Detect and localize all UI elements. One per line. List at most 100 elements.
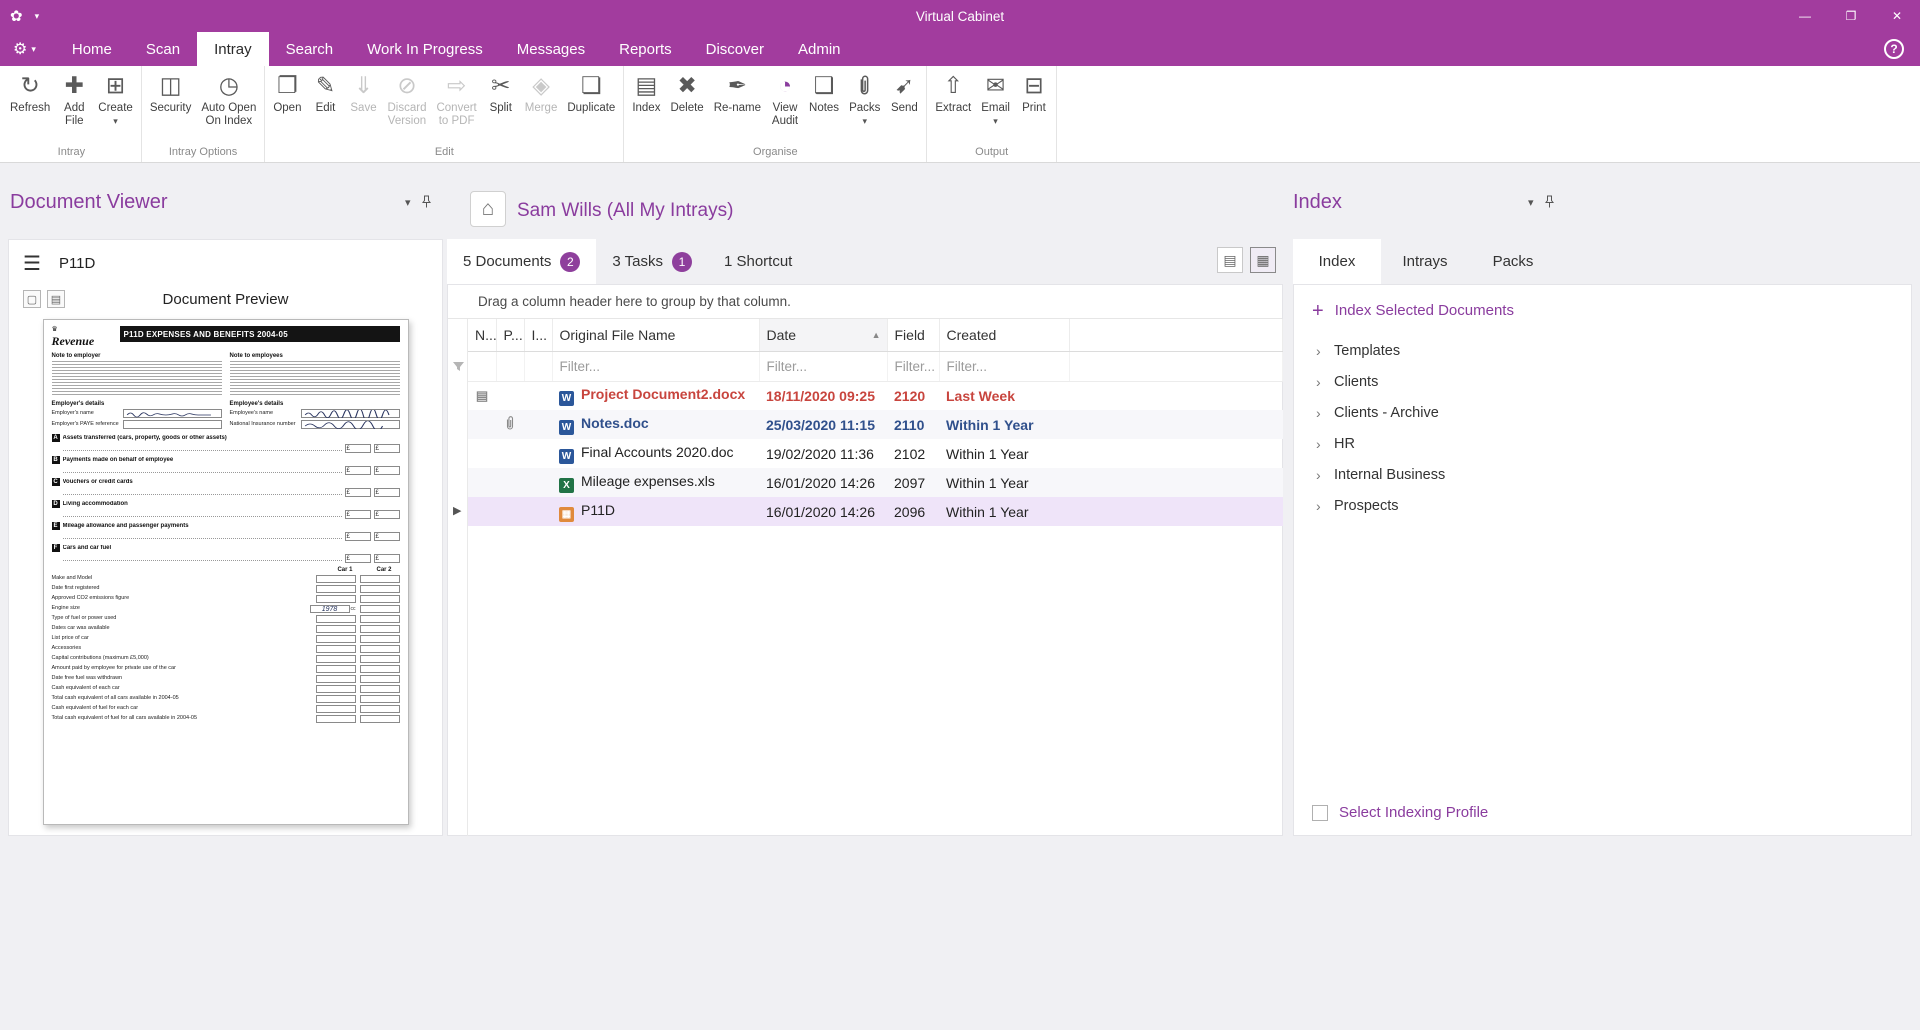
app-logo-icon[interactable]: ✿ [10, 7, 23, 25]
menu-icon[interactable]: ☰ [23, 251, 41, 276]
list-view-icon[interactable]: ▤ [1217, 247, 1243, 273]
ribbon-button-create[interactable]: ⊞ Create ▾ [93, 67, 138, 127]
ribbon-button-notes[interactable]: ❑ Notes [804, 67, 844, 115]
chevron-down-icon[interactable]: ▾ [1528, 196, 1534, 209]
ribbon-button-auto-open-on-index[interactable]: ◷ Auto Open On Index [196, 67, 261, 128]
minimize-button[interactable]: — [1782, 0, 1828, 32]
table-row[interactable]: ▤ W Project Document2.docx 18/11/2020 09:25… [468, 381, 1283, 410]
filter-cell[interactable]: Filter... [759, 351, 888, 382]
column-header-p[interactable]: P... [496, 319, 525, 352]
index-tree: › Templates › Clients › Clients - Archive › HR ›… [1294, 335, 1911, 521]
checkbox-icon[interactable] [1312, 804, 1328, 821]
tab-intrays[interactable]: Intrays [1381, 239, 1469, 284]
index-tree-item-internal-business[interactable]: › Internal Business [1294, 459, 1911, 490]
tab-index[interactable]: Index [1293, 239, 1381, 284]
sort-icon: ▲ [871, 330, 881, 340]
view-audit-icon: ◔ [778, 71, 792, 98]
index-tree-item-templates[interactable]: › Templates [1294, 335, 1911, 366]
menu-tab-messages[interactable]: Messages [500, 32, 602, 66]
form-car-row: Accessories [52, 644, 400, 653]
column-header-i[interactable]: I... [524, 319, 553, 352]
edit-icon: ✎ [315, 71, 336, 98]
form-car-rows: Make and Model Date first registered Appro… [52, 574, 400, 723]
column-header-field[interactable]: Field [887, 319, 940, 352]
table-row[interactable]: W Notes.doc 25/03/2020 11:15 2110 Within 1 Y… [468, 410, 1283, 439]
close-button[interactable]: ✕ [1874, 0, 1920, 32]
form-car-row: Date free fuel was withdrawn [52, 674, 400, 683]
settings-menu-button[interactable]: ⚙ ▾ [0, 32, 49, 66]
field-cell: 2110 [894, 416, 925, 433]
section-letter: E [51, 522, 60, 530]
window-controls: — ❐ ✕ [1782, 0, 1920, 32]
documents-grid-panel: Drag a column header here to group by th… [447, 284, 1283, 836]
ribbon-button-duplicate[interactable]: ❏ Duplicate [562, 67, 620, 115]
ribbon-button-split[interactable]: ✂ Split [482, 67, 520, 115]
pin-icon[interactable] [1544, 195, 1555, 209]
filter-funnel-icon[interactable] [452, 360, 465, 378]
table-row[interactable]: X Mileage expenses.xls 16/01/2020 14:26 209… [468, 468, 1283, 497]
filter-cell[interactable]: Filter... [939, 351, 1070, 382]
menu-tab-scan[interactable]: Scan [129, 32, 197, 66]
index-tree-item-prospects[interactable]: › Prospects [1294, 490, 1911, 521]
column-header-n[interactable]: N... [468, 319, 497, 352]
pin-icon[interactable] [421, 195, 432, 209]
column-header-created[interactable]: Created [939, 319, 1070, 352]
ribbon-button-email[interactable]: ✉ Email ▾ [976, 67, 1015, 127]
file-name-cell: ▦ P11D [552, 497, 759, 526]
created-cell: Within 1 Year [946, 474, 1029, 491]
table-row[interactable]: ▦ P11D 16/01/2020 14:26 2096 Within 1 Year [468, 497, 1283, 526]
section-title: Vouchers or credit cards [62, 479, 133, 485]
ribbon-button-print[interactable]: ⊟ Print [1015, 67, 1053, 115]
filter-cell[interactable]: Filter... [552, 351, 760, 382]
menu-tab-home[interactable]: Home [55, 32, 129, 66]
quick-access-chevron-icon[interactable]: ▾ [35, 11, 40, 22]
ribbon-button-index[interactable]: ▤ Index [627, 67, 665, 115]
ribbon-button-extract[interactable]: ⇧ Extract [930, 67, 976, 115]
menu-tab-reports[interactable]: Reports [602, 32, 689, 66]
column-header-date[interactable]: Date ▲ [759, 319, 888, 352]
menu-tab-discover[interactable]: Discover [689, 32, 781, 66]
menu-tab-admin[interactable]: Admin [781, 32, 858, 66]
ribbon-button-edit[interactable]: ✎ Edit [306, 67, 344, 115]
tab-1-shortcut[interactable]: 1 Shortcut [708, 239, 808, 284]
menu-tab-intray[interactable]: Intray [197, 32, 269, 66]
column-header-original-file-name[interactable]: Original File Name [552, 319, 760, 352]
index-tree-item-clients[interactable]: › Clients [1294, 366, 1911, 397]
field-cell: 2097 [894, 474, 926, 491]
menu-tab-search[interactable]: Search [269, 32, 351, 66]
group-by-hint[interactable]: Drag a column header here to group by th… [448, 285, 1282, 319]
tab-5-documents[interactable]: 5 Documents 2 [447, 239, 597, 284]
menu-tab-work-in-progress[interactable]: Work In Progress [350, 32, 500, 66]
grid-view-icon[interactable]: ▦ [1250, 247, 1276, 273]
home-button[interactable]: ⌂ [470, 191, 506, 227]
maximize-button[interactable]: ❐ [1828, 0, 1874, 32]
ribbon-button-send[interactable]: ➹ Send [885, 67, 923, 115]
ribbon-button-add-file[interactable]: ✚ Add File [55, 67, 93, 128]
viewer-panel-controls: ▾ [405, 195, 432, 209]
index-tree-item-hr[interactable]: › HR [1294, 428, 1911, 459]
tab-3-tasks[interactable]: 3 Tasks 1 [596, 239, 708, 284]
table-row[interactable]: W Final Accounts 2020.doc 19/02/2020 11:36… [468, 439, 1283, 468]
chevron-down-icon[interactable]: ▾ [405, 196, 411, 209]
index-selected-documents-button[interactable]: + Index Selected Documents [1294, 285, 1911, 321]
select-indexing-profile[interactable]: Select Indexing Profile [1312, 804, 1488, 821]
ribbon-button-delete[interactable]: ✖ Delete [665, 67, 708, 115]
ribbon-button-re-name[interactable]: ✒ Re-name [709, 67, 766, 115]
help-button[interactable]: ? [1884, 39, 1904, 59]
intray-tabs: 5 Documents 2 3 Tasks 1 1 Shortcut [447, 239, 808, 284]
ribbon-button-view-audit[interactable]: ◔ View Audit [766, 67, 804, 128]
form-cars-block: Car 1 Car 2 Make and Model Date first reg… [52, 567, 400, 723]
index-icon: ▤ [635, 71, 658, 98]
index-tree-item-clients-archive[interactable]: › Clients - Archive [1294, 397, 1911, 428]
document-preview-page[interactable]: ♛ Revenue P11D EXPENSES AND BENEFITS 200… [42, 319, 409, 825]
ribbon-button-open[interactable]: ❐ Open [268, 67, 306, 115]
ribbon-button-refresh[interactable]: ↻ Refresh [5, 67, 55, 115]
ribbon-button-packs[interactable]: Packs ▾ [844, 67, 885, 127]
thumbnail-view-icon[interactable]: ▤ [47, 290, 65, 308]
single-page-view-icon[interactable]: ▢ [23, 290, 41, 308]
discard-icon: ⊘ [397, 71, 417, 98]
ribbon-button-security[interactable]: ◫ Security [145, 67, 197, 115]
filter-cell[interactable]: Filter... [887, 351, 940, 382]
tab-packs[interactable]: Packs [1469, 239, 1557, 284]
form-field [122, 420, 222, 429]
